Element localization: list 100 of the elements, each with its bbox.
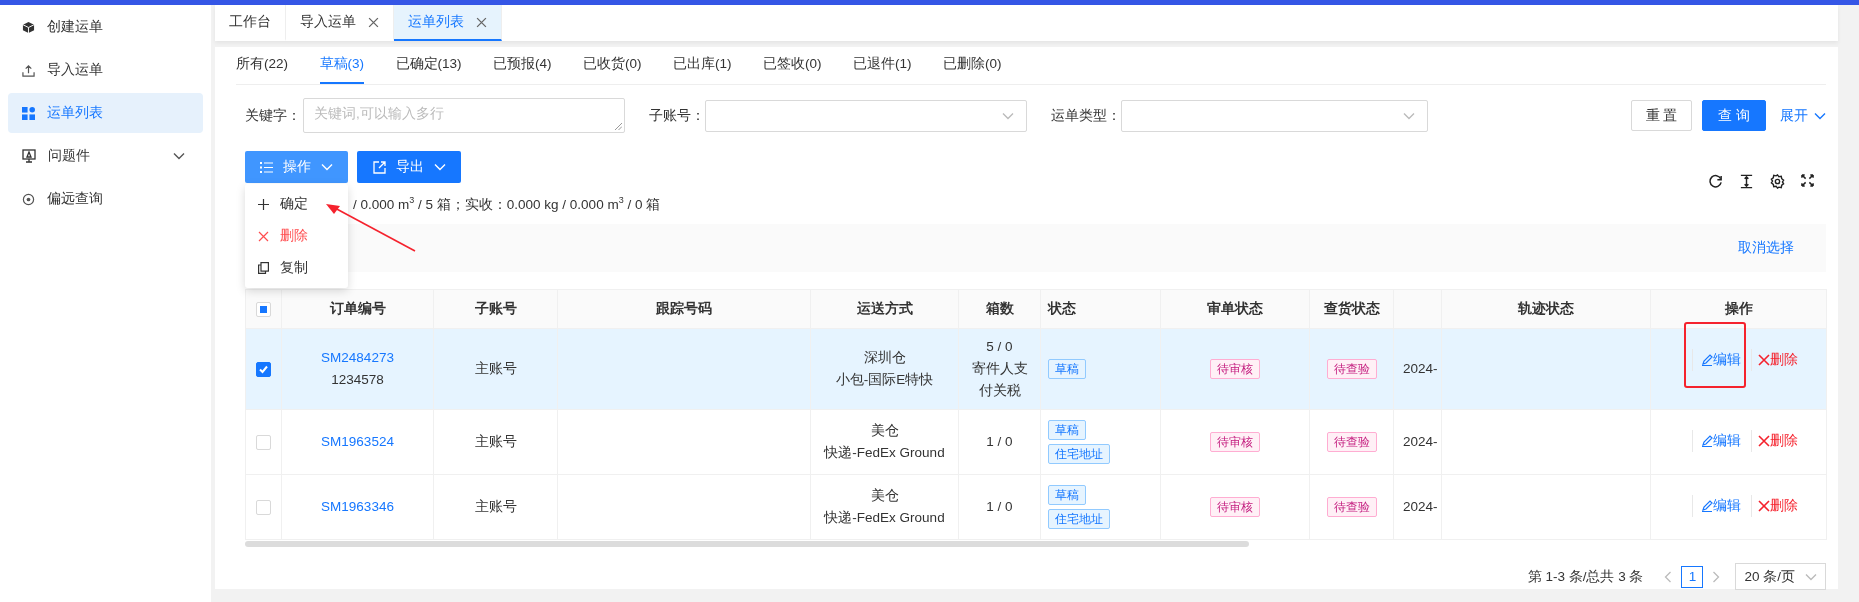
monitor-icon (22, 149, 36, 163)
box-count: 1 / 0 (986, 434, 1013, 449)
column-header: 轨迹状态 (1441, 289, 1651, 329)
search-button[interactable]: 查 询 (1702, 100, 1766, 131)
status-tab[interactable]: 已退件(1) (853, 55, 912, 84)
menu-item[interactable]: 确定 (245, 188, 348, 220)
settings-icon[interactable] (1770, 174, 1785, 189)
cross-icon (258, 230, 269, 242)
target-icon (22, 192, 35, 206)
box-count: 5 / 0 (986, 339, 1013, 354)
order-number-link[interactable]: SM1963346 (321, 499, 394, 514)
shipping-method: 美仓 (870, 423, 899, 438)
menu-item[interactable]: 删除 (245, 220, 348, 252)
table-cell: 2024- (1393, 328, 1442, 410)
scrollbar[interactable] (245, 541, 1249, 547)
duty-note: 寄件人支付关税 (971, 360, 1028, 400)
page-size-select[interactable]: 20 条/页 (1735, 563, 1826, 590)
column-header: 运送方式 (810, 289, 959, 329)
table-cell: 2024- (1393, 474, 1442, 540)
chevron-down-icon (1814, 111, 1826, 120)
tab[interactable]: 运单列表 (394, 5, 502, 41)
status-tab[interactable]: 所有(22) (236, 55, 288, 84)
inspection-status-tag: 待查验 (1326, 359, 1377, 379)
column-header: 子账号 (433, 289, 558, 329)
select-all-checkbox[interactable] (256, 301, 271, 317)
status-tab[interactable]: 草稿(3) (319, 55, 364, 84)
order-number-link[interactable]: SM2484273 (321, 350, 394, 365)
inspection-status-tag: 待查验 (1326, 497, 1377, 517)
status-tag: 草稿 (1048, 359, 1086, 379)
plus-icon (258, 198, 269, 210)
order-number-link[interactable]: SM1963524 (321, 434, 394, 449)
sidebar-item[interactable]: 创建运单 (8, 7, 203, 47)
shipping-method: 快递-FedEx Ground (824, 510, 945, 525)
chevron-down-icon (1805, 572, 1817, 581)
list-icon (260, 161, 273, 173)
cross-icon (1758, 435, 1770, 447)
review-status-tag: 待审核 (1210, 359, 1260, 379)
chevron-down-icon (1002, 111, 1014, 120)
summary-text: / 0.000 m$^{3}$ / 5 箱；实收：0.000 kg / 0.000 m$^{3}$ / 0 箱 (353, 194, 662, 211)
page-number[interactable]: 1 (1681, 565, 1704, 588)
close-icon[interactable] (476, 16, 487, 28)
status-tag: 草稿 (1048, 485, 1086, 505)
review-status-tag: 待审核 (1210, 432, 1260, 452)
column-header: 箱数 (958, 289, 1041, 329)
column-header: 状态 (1040, 289, 1161, 329)
pencil-icon (1701, 500, 1713, 512)
table-cell: 主账号 (433, 474, 558, 540)
export-button[interactable]: 导出 (357, 151, 461, 183)
refresh-icon[interactable] (1708, 174, 1723, 189)
export-icon (372, 160, 386, 174)
close-icon[interactable] (368, 16, 379, 28)
shipping-method: 快递-FedEx Ground (824, 445, 945, 460)
operations-button[interactable]: 操作 (245, 151, 348, 183)
sidebar-item[interactable]: 导入运单 (8, 50, 203, 90)
status-tag: 住宅地址 (1048, 509, 1110, 529)
menu-item[interactable]: 复制 (245, 252, 348, 284)
reference-number: 1234578 (331, 372, 384, 387)
shipping-method: 深圳仓 (863, 350, 906, 365)
delete-link[interactable]: 删除 (1751, 430, 1798, 452)
review-status-tag: 待审核 (1210, 497, 1260, 517)
column-height-icon[interactable] (1739, 174, 1754, 189)
box-count: 1 / 0 (986, 499, 1013, 514)
column-header: 跟踪号码 (557, 289, 811, 329)
status-tab[interactable]: 已出库(1) (673, 55, 732, 84)
expand-link[interactable]: 展开 (1780, 106, 1826, 125)
table-cell: 2024- (1393, 409, 1442, 475)
sidebar-item[interactable]: 偏远查询 (8, 179, 203, 219)
inspection-status-tag: 待查验 (1326, 432, 1377, 452)
edit-link[interactable]: 编辑 (1692, 349, 1751, 371)
pencil-icon (1701, 435, 1713, 447)
row-checkbox[interactable] (256, 361, 271, 377)
chevron-down-icon (321, 163, 333, 171)
cross-icon (1758, 354, 1770, 366)
chevron-down-icon (1403, 111, 1415, 120)
delete-link[interactable]: 删除 (1751, 349, 1798, 371)
shipping-method: 小包-国际E特快 (835, 372, 934, 387)
status-tab[interactable]: 已收货(0) (583, 55, 642, 84)
status-tab[interactable]: 已签收(0) (763, 55, 822, 84)
edit-link[interactable]: 编辑 (1692, 495, 1751, 517)
column-header: 查货状态 (1309, 289, 1394, 329)
table-cell: 主账号 (433, 328, 558, 410)
delete-link[interactable]: 删除 (1751, 495, 1798, 517)
reset-button[interactable]: 重 置 (1631, 100, 1692, 131)
sidebar-item[interactable]: 运单列表 (8, 93, 203, 133)
pencil-icon (1701, 354, 1713, 366)
pagination-summary: 第 1-3 条/总共 3 条 (1527, 567, 1644, 586)
status-tag: 草稿 (1048, 420, 1086, 440)
sidebar-item[interactable]: 问题件 (8, 136, 203, 176)
edit-link[interactable]: 编辑 (1692, 430, 1751, 452)
status-tab[interactable]: 已确定(13) (395, 55, 462, 84)
fullscreen-icon[interactable] (1801, 174, 1814, 187)
status-tab[interactable]: 已删除(0) (943, 55, 1002, 84)
resize-handle-icon[interactable] (615, 123, 622, 130)
field-label: 子账号： (649, 106, 705, 125)
chevron-down-icon (433, 163, 446, 171)
tab[interactable]: 工作台 (215, 5, 286, 41)
status-tab[interactable]: 已预报(4) (493, 55, 552, 84)
clear-selection-link[interactable]: 取消选择 (1738, 239, 1794, 257)
upload-icon (22, 63, 35, 77)
column-header: 操作 (1650, 289, 1827, 329)
